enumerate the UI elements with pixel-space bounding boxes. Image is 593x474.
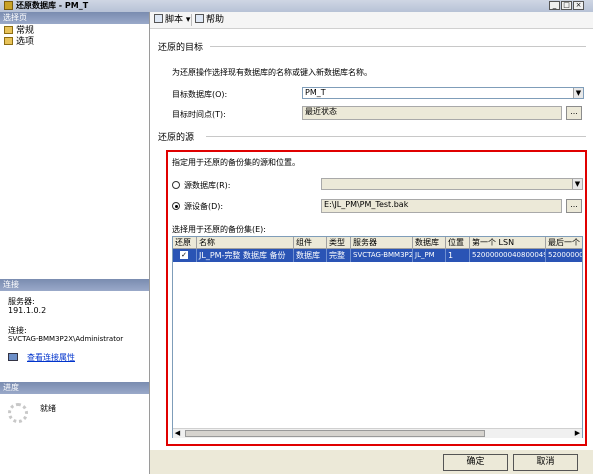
column-header[interactable]: 类型 bbox=[327, 237, 351, 249]
scroll-right-icon[interactable]: ▶ bbox=[573, 429, 582, 438]
column-header[interactable]: 还原 bbox=[173, 237, 197, 249]
source-section-title: 还原的源 bbox=[158, 133, 195, 143]
from-device-browse-button[interactable]: ... bbox=[566, 199, 582, 213]
from-device-radio[interactable] bbox=[172, 202, 180, 210]
chevron-down-icon[interactable]: ▼ bbox=[572, 179, 582, 189]
target-time-label: 目标时间点(T): bbox=[172, 110, 226, 119]
target-time-browse-button[interactable]: ... bbox=[566, 106, 582, 120]
table-cell[interactable]: 1 bbox=[446, 249, 470, 262]
connection-properties-icon bbox=[8, 353, 18, 361]
script-icon bbox=[154, 14, 163, 23]
target-db-value: PM_T bbox=[305, 88, 326, 97]
ok-button[interactable]: 确定 bbox=[443, 454, 508, 471]
page-item-general[interactable]: 常规 bbox=[4, 26, 34, 37]
target-db-select[interactable]: PM_T ▼ bbox=[302, 87, 584, 99]
toolbar: 脚本 ▾ 帮助 bbox=[150, 12, 593, 29]
progress-spinner-icon bbox=[8, 403, 28, 423]
script-label: 脚本 bbox=[165, 15, 184, 25]
table-cell[interactable]: SVCTAG-BMM3P2X bbox=[351, 249, 413, 262]
help-button[interactable]: 帮助 bbox=[195, 14, 224, 26]
horizontal-scrollbar[interactable]: ◀ ▶ bbox=[173, 428, 582, 438]
close-button[interactable]: × bbox=[573, 1, 584, 10]
minimize-button[interactable]: _ bbox=[549, 1, 560, 10]
source-description: 指定用于还原的备份集的源和位置。 bbox=[172, 158, 300, 167]
help-label: 帮助 bbox=[206, 15, 225, 25]
from-database-select[interactable]: ▼ bbox=[321, 178, 583, 190]
toolbar-separator bbox=[191, 14, 192, 26]
view-connection-properties-link[interactable]: 查看连接属性 bbox=[27, 352, 75, 363]
column-header[interactable]: 名称 bbox=[197, 237, 294, 249]
backup-sets-label: 选择用于还原的备份集(E): bbox=[172, 225, 266, 234]
server-value: 191.1.0.2 bbox=[8, 306, 47, 315]
scroll-thumb[interactable] bbox=[185, 430, 485, 437]
column-header[interactable]: 位置 bbox=[446, 237, 470, 249]
window-title: 还原数据库 - PM_T bbox=[16, 1, 89, 10]
target-description: 为还原操作选择现有数据库的名称或键入新数据库名称。 bbox=[172, 68, 372, 77]
restore-cell[interactable]: ✓ bbox=[173, 249, 197, 262]
scroll-left-icon[interactable]: ◀ bbox=[173, 429, 182, 438]
progress-status: 就绪 bbox=[40, 404, 56, 413]
table-cell[interactable]: JL_PM bbox=[413, 249, 446, 262]
chevron-down-icon[interactable]: ▼ bbox=[573, 88, 583, 98]
restore-checkbox[interactable]: ✓ bbox=[180, 251, 188, 259]
from-database-radio[interactable] bbox=[172, 181, 180, 189]
page-label: 常规 bbox=[16, 26, 35, 36]
table-cell[interactable]: 52000000040800049 bbox=[470, 249, 546, 262]
from-device-label: 源设备(D): bbox=[184, 202, 224, 211]
from-device-field[interactable]: E:\JL_PM\PM_Test.bak bbox=[321, 199, 562, 213]
column-header[interactable]: 最后一个 L bbox=[546, 237, 582, 249]
table-cell[interactable]: 数据库 bbox=[294, 249, 327, 262]
database-icon bbox=[4, 1, 13, 10]
column-header[interactable]: 第一个 LSN bbox=[470, 237, 546, 249]
page-icon bbox=[4, 37, 13, 45]
maximize-button[interactable]: □ bbox=[561, 1, 572, 10]
select-page-header: 选择页 bbox=[0, 12, 149, 24]
column-header[interactable]: 组件 bbox=[294, 237, 327, 249]
table-cell[interactable]: JL_PM-完整 数据库 备份 bbox=[197, 249, 294, 262]
target-time-field[interactable]: 最近状态 bbox=[302, 106, 562, 120]
connection-header: 连接 bbox=[0, 279, 149, 291]
connection-value: SVCTAG-BMM3P2X\Administrator bbox=[8, 335, 124, 343]
progress-header: 进度 bbox=[0, 382, 149, 394]
page-label: 选项 bbox=[16, 37, 35, 47]
target-section-title: 还原的目标 bbox=[158, 43, 204, 53]
script-button[interactable]: 脚本 ▾ bbox=[154, 14, 190, 26]
column-header[interactable]: 数据库 bbox=[413, 237, 446, 249]
from-database-label: 源数据库(R): bbox=[184, 181, 231, 190]
table-cell[interactable]: 52000000 bbox=[546, 249, 582, 262]
cancel-button[interactable]: 取消 bbox=[513, 454, 578, 471]
divider bbox=[210, 46, 586, 47]
backup-sets-grid[interactable]: 还原 名称 组件 类型 服务器 数据库 位置 第一个 LSN 最后一个 L ✓ … bbox=[172, 236, 583, 438]
target-db-label: 目标数据库(O): bbox=[172, 90, 228, 99]
help-icon bbox=[195, 14, 204, 23]
page-icon bbox=[4, 26, 13, 34]
page-item-options[interactable]: 选项 bbox=[4, 37, 34, 48]
column-header[interactable]: 服务器 bbox=[351, 237, 413, 249]
table-cell[interactable]: 完整 bbox=[327, 249, 351, 262]
divider bbox=[206, 136, 586, 137]
